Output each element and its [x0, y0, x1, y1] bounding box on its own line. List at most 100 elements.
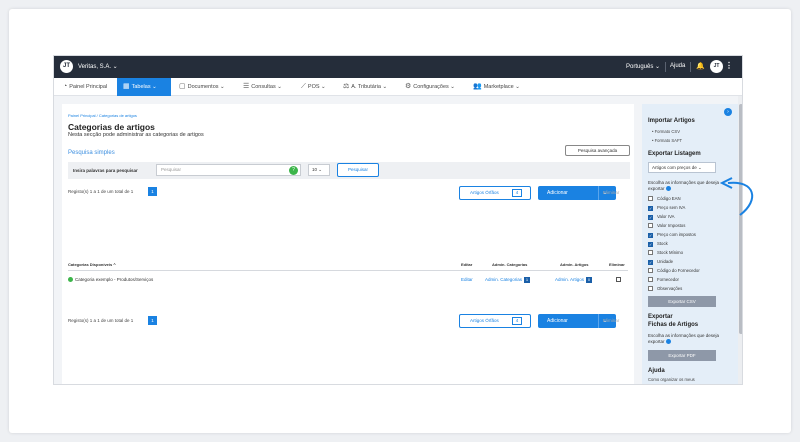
page-subtitle: Nesta secção pode administrar as categor…	[68, 132, 204, 138]
checkbox[interactable]	[648, 196, 653, 201]
nav-tabelas[interactable]: ▦ Tabelas ⌄	[117, 78, 171, 96]
divider	[665, 62, 666, 72]
simple-search-heading: Pesquisa simples	[68, 150, 115, 156]
field-price-no-vat[interactable]: ✓ Preço sem IVA	[648, 205, 685, 211]
field-vat-value[interactable]: ✓ Valor IVA	[648, 214, 675, 220]
company-logo[interactable]: JT	[60, 60, 73, 73]
category-name: Categoria exemplo - Produtos/Serviços	[68, 277, 153, 283]
checkbox[interactable]	[648, 286, 653, 291]
breadcrumb[interactable]: Painel Principal / Categorias de artigos	[68, 113, 137, 118]
scale-icon: ⚖	[343, 83, 350, 90]
orphan-articles-button[interactable]: Artigos Órfãos 4	[459, 186, 531, 200]
checkbox[interactable]	[648, 268, 653, 273]
col-editor: Editar	[461, 262, 473, 267]
export-csv-button[interactable]: Exportar CSV	[648, 296, 716, 307]
admin-articles-link[interactable]: Admin. Artigos 0	[555, 277, 593, 283]
nav-configuracoes[interactable]: ⚙ Configurações ⌄	[402, 78, 458, 96]
table-row: Categoria exemplo - Produtos/Serviços Ed…	[68, 273, 628, 287]
checkbox[interactable]	[648, 223, 653, 228]
nav-consultas[interactable]: ☰ Consultas ⌄	[240, 78, 285, 96]
status-dot	[68, 277, 73, 283]
field-supplier-code[interactable]: Código do Fornecedor	[648, 268, 700, 273]
top-bar: JT Veritas, S.A. ⌄ Português ⌄ Ajuda 🔔 J…	[54, 56, 742, 78]
pos-icon: ⟋	[301, 83, 306, 90]
checkbox-checked[interactable]: ✓	[648, 233, 653, 238]
list-icon: ☰	[243, 83, 250, 90]
nav-tributaria[interactable]: ⚖ A. Tributária ⌄	[340, 78, 390, 96]
checkbox-checked[interactable]: ✓	[648, 260, 653, 265]
field-price-with-tax[interactable]: ✓ Preço com impostos	[648, 232, 696, 238]
col-admin-categories: Admin. Categorias	[492, 262, 528, 267]
admin-categories-link[interactable]: Admin. Categorias 1	[485, 277, 531, 283]
nav-pos[interactable]: ⟋ POS ⌄	[298, 78, 329, 96]
row-delete-checkbox[interactable]	[616, 277, 621, 282]
nav-documentos[interactable]: ▢ Documentos ⌄	[176, 78, 228, 96]
edit-link[interactable]: Editar	[461, 277, 473, 282]
delete-button-bottom[interactable]: Eliminar	[603, 318, 619, 323]
page-number-button[interactable]: 1	[148, 187, 157, 196]
search-button[interactable]: Pesquisar	[337, 163, 379, 177]
divider	[690, 62, 691, 72]
field-ean[interactable]: Código EAN	[648, 196, 681, 201]
col-admin-articles: Admin. Artigos	[560, 262, 589, 267]
bell-icon[interactable]: 🔔	[696, 62, 705, 70]
col-category[interactable]: Categorias Disponíveis ^	[68, 262, 116, 267]
info-icon[interactable]	[665, 186, 671, 192]
gauge-icon: ◔	[63, 83, 68, 90]
checkbox-checked[interactable]: ✓	[648, 215, 653, 220]
table-icon: ▦	[123, 83, 130, 90]
fichas-note: Escolha as informações que deseja export…	[648, 333, 720, 345]
orphan-articles-button-bottom[interactable]: Artigos Órfãos 4	[459, 314, 531, 328]
import-csv-link[interactable]: • Formato CSV	[652, 129, 680, 134]
question-icon[interactable]: ?	[289, 166, 298, 175]
main-content: Painel Principal / Categorias de artigos…	[62, 104, 634, 384]
fichas-title-1: Exportar	[648, 314, 673, 320]
page-title: Categorias de artigos	[68, 122, 155, 132]
search-label: Insira palavras para pesquisar	[73, 168, 138, 173]
more-vertical-icon[interactable]: ⋮	[725, 61, 733, 70]
info-icon[interactable]	[665, 339, 671, 345]
search-row: Insira palavras para pesquisar Pesquisar…	[68, 162, 630, 179]
advanced-search-button[interactable]: Pesquisa avançada	[565, 145, 630, 156]
users-icon: 👥	[473, 83, 482, 90]
field-tax-value[interactable]: Valor Impostos	[648, 223, 685, 228]
field-unit[interactable]: ✓ Unidade	[648, 259, 673, 265]
app-window: JT Veritas, S.A. ⌄ Português ⌄ Ajuda 🔔 J…	[53, 55, 743, 385]
search-input[interactable]: Pesquisar	[156, 164, 301, 176]
help-link[interactable]: Ajuda	[670, 63, 685, 69]
help-link-text[interactable]: Como organizar os meus	[648, 377, 695, 382]
delete-button[interactable]: Eliminar	[603, 190, 619, 195]
avatar[interactable]: JT	[710, 60, 723, 73]
page-number-button-bottom[interactable]: 1	[148, 316, 157, 325]
checkbox[interactable]	[648, 250, 653, 255]
import-saft-link[interactable]: • Formato SAFT	[652, 138, 682, 143]
col-delete: Eliminar	[609, 262, 625, 267]
annotation-arrow-icon	[719, 177, 754, 216]
checkbox-checked[interactable]: ✓	[648, 206, 653, 211]
help-title: Ajuda	[648, 368, 665, 374]
checkbox-checked[interactable]: ✓	[648, 242, 653, 247]
nav-painel[interactable]: ◔ Painel Principal	[60, 78, 110, 96]
field-supplier[interactable]: Fornecedor	[648, 277, 679, 282]
fichas-title-2: Fichas de Artigos	[648, 322, 699, 328]
chevron-right-icon[interactable]: ›	[724, 108, 732, 116]
records-count: Registo(s) 1 a 1 de um total de 1	[68, 189, 134, 194]
export-pdf-button[interactable]: Exportar PDF	[648, 350, 716, 361]
main-nav: ◔ Painel Principal ▦ Tabelas ⌄ ▢ Documentos…	[54, 78, 742, 96]
document-icon: ▢	[179, 83, 186, 90]
scrollbar[interactable]	[738, 96, 742, 384]
page-size-select[interactable]: 10 ⌄	[308, 164, 330, 176]
field-min-stock[interactable]: Stock Mínimo	[648, 250, 683, 255]
records-count-bottom: Registo(s) 1 a 1 de um total de 1	[68, 318, 134, 323]
field-stock[interactable]: ✓ Stock	[648, 241, 668, 247]
nav-marketplace[interactable]: 👥 Marketplace ⌄	[470, 78, 523, 96]
import-title: Importar Artigos	[648, 118, 695, 124]
export-title: Exportar Listagem	[648, 151, 701, 157]
export-sidebar: › Importar Artigos • Formato CSV • Forma…	[642, 104, 742, 384]
table-header: Categorias Disponíveis ^ Editar Admin. C…	[68, 259, 628, 271]
company-selector[interactable]: Veritas, S.A. ⌄	[78, 63, 118, 70]
field-notes[interactable]: Observações	[648, 286, 682, 291]
language-selector[interactable]: Português ⌄	[626, 63, 660, 70]
sliders-icon: ⚙	[405, 83, 412, 90]
checkbox[interactable]	[648, 277, 653, 282]
